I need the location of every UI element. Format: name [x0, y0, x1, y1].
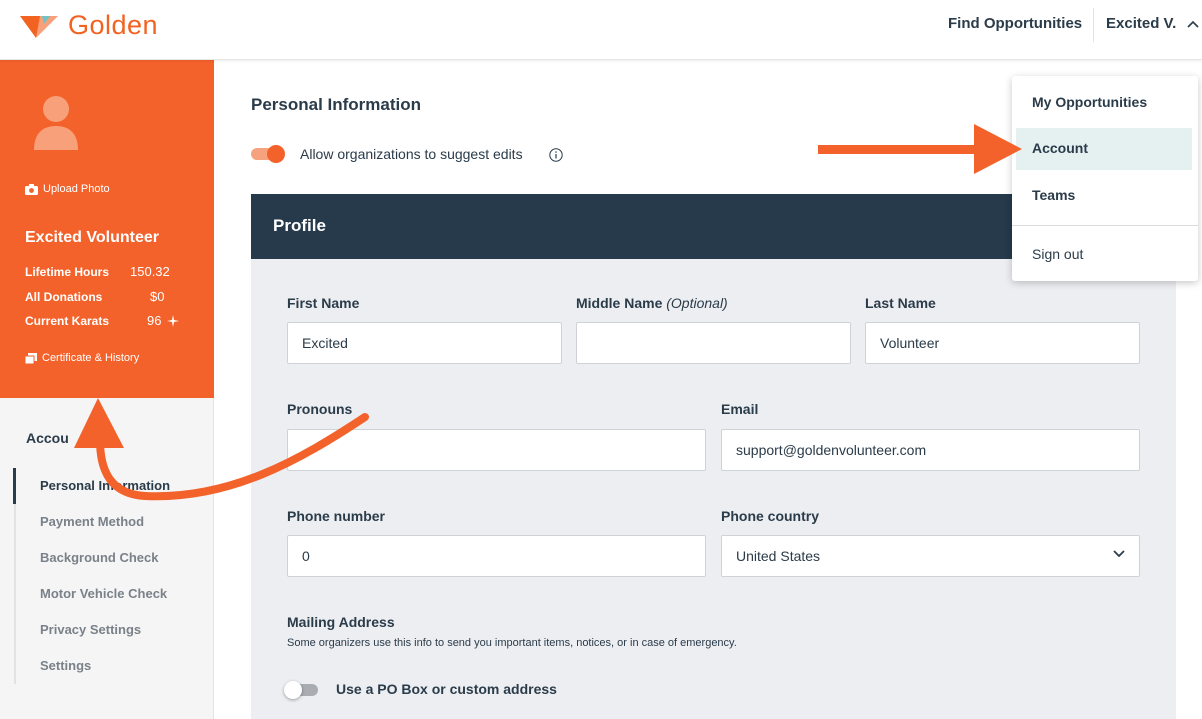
- user-dropdown-menu: My Opportunities Account Teams Sign out: [1012, 76, 1198, 281]
- dropdown-item-account[interactable]: Account: [1032, 140, 1088, 156]
- phone-country-value: United States: [736, 548, 821, 564]
- lifetime-hours-label: Lifetime Hours: [25, 265, 110, 279]
- sidebar-title: Accou: [26, 430, 69, 446]
- mailing-address-subtitle: Some organizers use this info to send yo…: [287, 637, 737, 649]
- nav-divider: [1093, 8, 1094, 42]
- sidebar-item-motor-vehicle-check[interactable]: Motor Vehicle Check: [40, 586, 167, 601]
- user-menu-toggle[interactable]: Excited V.: [1106, 15, 1176, 32]
- dropdown-divider: [1012, 225, 1198, 226]
- golden-logo[interactable]: Golden: [20, 10, 158, 41]
- page-title: Personal Information: [251, 95, 422, 114]
- sidebar-item-personal-information[interactable]: Personal Information: [40, 478, 170, 493]
- find-opportunities-link[interactable]: Find Opportunities: [948, 15, 1082, 32]
- top-header: Golden Find Opportunities Excited V.: [0, 0, 1202, 60]
- allow-edits-toggle[interactable]: [251, 145, 285, 163]
- arrow-right-icon: [818, 124, 1022, 174]
- dropdown-item-teams[interactable]: Teams: [1032, 187, 1075, 203]
- optional-tag: (Optional): [666, 295, 728, 311]
- certificate-history-link[interactable]: Certificate & History: [25, 352, 139, 364]
- middle-name-label-text: Middle Name: [576, 295, 663, 311]
- logo-text: Golden: [68, 10, 159, 40]
- upload-photo-label: Upload Photo: [43, 183, 110, 195]
- volunteer-name: Excited Volunteer: [25, 229, 159, 246]
- logo-mark-icon: [20, 15, 58, 38]
- middle-name-label: Middle Name (Optional): [576, 295, 728, 311]
- mailing-address-title: Mailing Address: [287, 614, 395, 630]
- profile-card: Upload Photo Excited Volunteer Lifetime …: [0, 60, 214, 398]
- current-karats-value: 96: [147, 313, 162, 328]
- dropdown-item-my-opportunities[interactable]: My Opportunities: [1032, 94, 1147, 110]
- last-name-label: Last Name: [865, 295, 936, 311]
- account-sidebar: Accou Personal Information Payment Metho…: [0, 398, 214, 719]
- sidebar-item-privacy-settings[interactable]: Privacy Settings: [40, 622, 141, 637]
- po-box-toggle[interactable]: [284, 681, 320, 699]
- first-name-label: First Name: [287, 295, 360, 311]
- karat-sparkle-icon: [167, 315, 179, 327]
- upload-photo-link[interactable]: Upload Photo: [25, 183, 110, 195]
- last-name-field[interactable]: Volunteer: [865, 322, 1140, 364]
- email-field[interactable]: support@goldenvolunteer.com: [721, 429, 1140, 471]
- pronouns-field[interactable]: [287, 429, 706, 471]
- chevron-down-icon: [1113, 550, 1125, 558]
- first-name-field[interactable]: Excited: [287, 322, 562, 364]
- email-label: Email: [721, 401, 759, 417]
- toggle-knob: [267, 145, 285, 163]
- info-icon[interactable]: [549, 148, 563, 162]
- middle-name-field[interactable]: [576, 322, 851, 364]
- phone-country-select[interactable]: United States: [721, 535, 1140, 577]
- certificate-history-label: Certificate & History: [42, 352, 140, 364]
- certificate-icon: [25, 352, 37, 364]
- phone-country-label: Phone country: [721, 508, 820, 524]
- pronouns-label: Pronouns: [287, 401, 353, 417]
- sidebar-item-background-check[interactable]: Background Check: [40, 550, 158, 565]
- phone-number-field[interactable]: 0: [287, 535, 706, 577]
- camera-icon: [25, 183, 38, 195]
- sidebar-item-settings[interactable]: Settings: [40, 658, 91, 673]
- lifetime-hours-value: 150.32: [130, 264, 170, 279]
- toggle-knob: [284, 681, 302, 699]
- all-donations-value: $0: [150, 289, 165, 304]
- sidebar-active-indicator: [13, 468, 16, 504]
- allow-edits-label: Allow organizations to suggest edits: [300, 146, 523, 162]
- phone-number-label: Phone number: [287, 508, 386, 524]
- avatar[interactable]: [32, 96, 80, 150]
- chevron-up-icon[interactable]: [1187, 20, 1199, 28]
- all-donations-label: All Donations: [25, 290, 103, 304]
- dropdown-item-sign-out[interactable]: Sign out: [1032, 246, 1083, 262]
- po-box-label: Use a PO Box or custom address: [336, 681, 557, 697]
- sidebar-item-payment-method[interactable]: Payment Method: [40, 514, 144, 529]
- profile-panel-title: Profile: [273, 216, 326, 235]
- current-karats-label: Current Karats: [25, 314, 110, 328]
